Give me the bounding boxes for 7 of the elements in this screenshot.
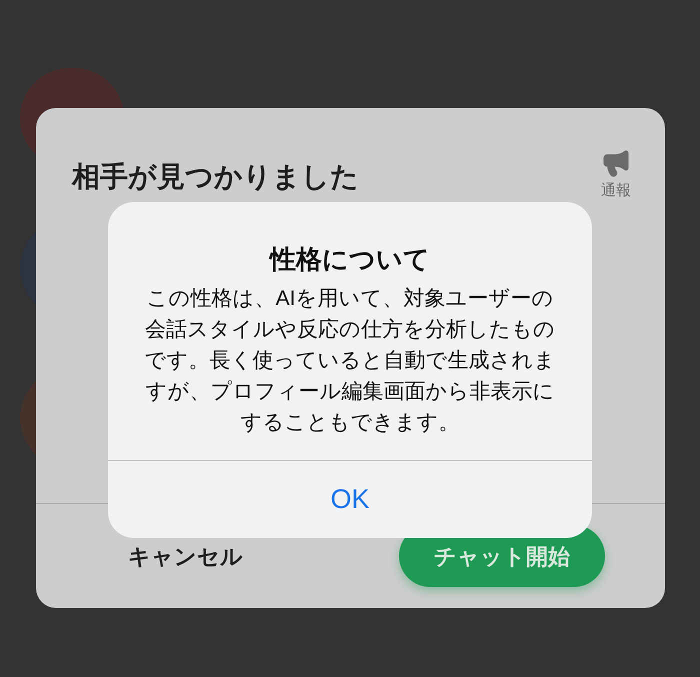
report-button[interactable]: 通報 [601, 148, 631, 202]
dialog-title: 相手が見つかりました [72, 160, 359, 194]
alert-title: 性格について [270, 243, 430, 276]
alert-message: この性格は、AIを用いて、対象ユーザーの会話スタイルや反応の仕方を分析したものです。長く使っていると自動で生成されますが、プロフィール編集画面から非表示にすることもできます。 [144, 286, 556, 436]
megaphone-icon [601, 148, 631, 178]
cancel-button[interactable]: キャンセル [128, 540, 243, 572]
ok-button[interactable]: OK [330, 479, 370, 520]
